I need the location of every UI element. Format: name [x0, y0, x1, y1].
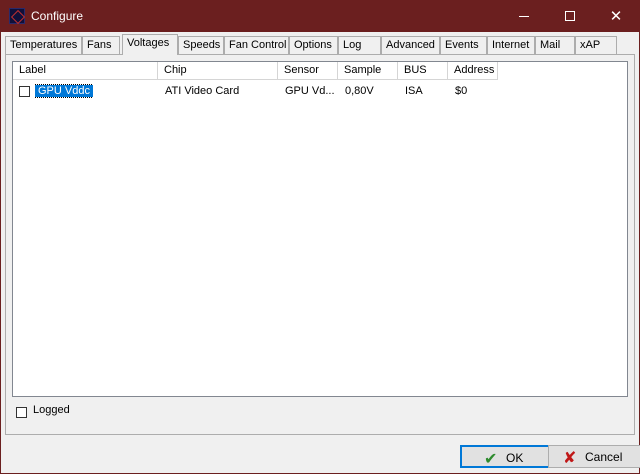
- row-label-cell[interactable]: GPU Vddc: [35, 83, 93, 99]
- tab-advanced[interactable]: Advanced: [381, 36, 440, 54]
- list-header: Label Chip Sensor Sample BUS Address: [13, 62, 627, 80]
- tab-strip: Temperatures Fans Voltages Speeds Fan Co…: [5, 34, 637, 55]
- close-button[interactable]: ✕: [593, 1, 639, 32]
- voltages-panel: Label Chip Sensor Sample BUS Address GPU…: [5, 54, 635, 435]
- tab-mail[interactable]: Mail: [535, 36, 575, 54]
- tab-options[interactable]: Options: [289, 36, 338, 54]
- minimize-button[interactable]: [501, 1, 547, 32]
- column-header-chip[interactable]: Chip: [158, 62, 278, 80]
- minimize-icon: [519, 16, 529, 17]
- tab-fan-control[interactable]: Fan Control: [224, 36, 289, 54]
- row-bus: ISA: [405, 85, 423, 97]
- logged-checkbox[interactable]: [16, 407, 27, 418]
- window-title: Configure: [31, 9, 84, 23]
- ok-label: OK: [506, 451, 524, 465]
- logged-label[interactable]: Logged: [33, 404, 70, 416]
- cancel-label: Cancel: [585, 450, 623, 464]
- cancel-button[interactable]: ✘ Cancel: [548, 445, 640, 468]
- maximize-button[interactable]: [547, 1, 593, 32]
- maximize-icon: [565, 11, 575, 21]
- checkmark-icon: ✔: [484, 449, 498, 468]
- close-icon: ✕: [609, 7, 623, 25]
- row-address: $0: [455, 85, 468, 97]
- configure-window: Configure ✕ Temperatures Fans Voltages S…: [0, 0, 640, 474]
- row-label: GPU Vddc: [35, 84, 93, 98]
- tab-fans[interactable]: Fans: [82, 36, 120, 54]
- tab-speeds[interactable]: Speeds: [178, 36, 224, 54]
- row-chip: ATI Video Card: [165, 85, 240, 97]
- list-item[interactable]: GPU Vddc ATI Video Card GPU Vd... 0,80V …: [13, 83, 627, 99]
- tab-voltages[interactable]: Voltages: [122, 34, 178, 55]
- column-header-sample[interactable]: Sample: [338, 62, 398, 80]
- tab-xap[interactable]: xAP: [575, 36, 617, 54]
- row-checkbox[interactable]: [19, 86, 30, 97]
- column-header-address[interactable]: Address: [448, 62, 498, 80]
- tab-events[interactable]: Events: [440, 36, 487, 54]
- column-header-label[interactable]: Label: [13, 62, 158, 80]
- column-header-bus[interactable]: BUS: [398, 62, 448, 80]
- title-bar[interactable]: Configure ✕: [1, 1, 639, 32]
- tab-internet[interactable]: Internet: [487, 36, 535, 54]
- tab-temperatures[interactable]: Temperatures: [5, 36, 82, 54]
- column-header-sensor[interactable]: Sensor: [278, 62, 338, 80]
- sensor-list[interactable]: Label Chip Sensor Sample BUS Address GPU…: [12, 61, 628, 397]
- cancel-x-icon: ✘: [563, 448, 577, 467]
- dialog-footer: ✔ OK ✘ Cancel: [1, 438, 640, 474]
- ok-button[interactable]: ✔ OK: [460, 445, 555, 468]
- row-sensor: GPU Vd...: [285, 85, 335, 97]
- app-icon: [9, 8, 25, 24]
- row-sample: 0,80V: [345, 85, 374, 97]
- tab-log[interactable]: Log: [338, 36, 381, 54]
